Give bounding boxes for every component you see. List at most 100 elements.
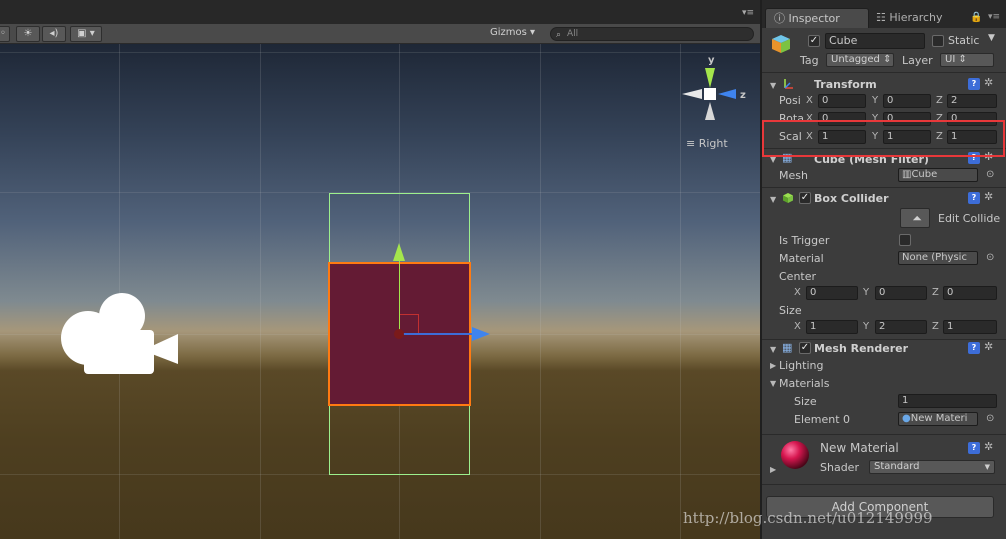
effects-dropdown[interactable]: ▣ ▾ <box>70 26 102 42</box>
axis-x-label: X <box>794 287 801 298</box>
help-icon[interactable]: ? <box>968 78 980 90</box>
move-y-axis[interactable] <box>399 256 400 334</box>
orient-x-cone[interactable] <box>682 89 702 99</box>
camera-gizmo-icon[interactable] <box>58 290 182 380</box>
toolbar-2d-toggle[interactable]: ◦ <box>0 26 10 42</box>
object-name-field[interactable]: Cube <box>825 33 925 49</box>
view-orientation-label[interactable]: ≡ Right <box>686 137 728 150</box>
materials-label[interactable]: Materials <box>779 377 829 390</box>
lighting-toggle[interactable]: ☀ <box>16 26 40 42</box>
info-icon: ⓘ <box>774 12 785 25</box>
tag-dropdown[interactable]: Untagged ⇕ <box>826 53 894 67</box>
layer-label: Layer <box>902 54 933 67</box>
pivot-dot <box>394 329 404 339</box>
panel-menu-icon[interactable]: ▾≡ <box>988 12 1000 22</box>
material-preview-icon <box>781 441 809 469</box>
inspector-panel: ⓘ Inspector ☷ Hierarchy 🔒 ▾≡ ✓ Cube Stat… <box>760 0 1006 539</box>
gizmos-dropdown[interactable]: Gizmos ▾ <box>490 27 535 38</box>
box-collider-foldout[interactable]: ▼ <box>770 195 776 204</box>
help-icon[interactable]: ? <box>968 192 980 204</box>
shader-label: Shader <box>820 461 859 474</box>
orient-z-cone[interactable] <box>718 89 736 99</box>
mesh-object-field[interactable]: ▥Cube <box>898 168 978 182</box>
audio-toggle[interactable]: ◂) <box>42 26 66 42</box>
is-trigger-checkbox[interactable] <box>899 234 911 246</box>
cube-object-icon <box>772 35 790 53</box>
mesh-renderer-enabled-checkbox[interactable]: ✓ <box>799 342 811 354</box>
separator <box>762 434 1006 435</box>
mesh-renderer-foldout[interactable]: ▼ <box>770 345 776 354</box>
static-checkbox[interactable] <box>932 35 944 47</box>
box-collider-enabled-checkbox[interactable]: ✓ <box>799 192 811 204</box>
shader-value: Standard <box>874 461 920 472</box>
scene-menu-icon[interactable]: ▾≡ <box>742 8 754 18</box>
axis-x-label: X <box>794 321 801 332</box>
gear-icon[interactable]: ✲ <box>984 190 993 203</box>
scene-search-input[interactable]: ⌕ All <box>550 27 754 41</box>
shader-dropdown[interactable]: Standard ▼ <box>869 460 995 474</box>
lock-icon[interactable]: 🔒 <box>970 12 982 23</box>
gear-icon[interactable]: ✲ <box>984 76 993 89</box>
tag-value: Untagged <box>831 54 880 65</box>
object-active-checkbox[interactable]: ✓ <box>808 35 820 47</box>
transform-title: Transform <box>814 78 877 91</box>
edit-collider-button[interactable]: ⏶ <box>900 208 930 228</box>
object-picker-icon[interactable]: ⊙ <box>986 252 994 263</box>
separator <box>762 187 1006 188</box>
center-x-field[interactable]: 0 <box>806 286 858 300</box>
hierarchy-icon: ☷ <box>876 11 886 24</box>
tag-label: Tag <box>800 54 819 67</box>
size-z-field[interactable]: 1 <box>943 320 997 334</box>
size-y-field[interactable]: 2 <box>875 320 927 334</box>
physic-material-field[interactable]: None (Physic <box>898 251 978 265</box>
object-picker-icon[interactable]: ⊙ <box>986 169 994 180</box>
object-picker-icon[interactable]: ⊙ <box>986 413 994 424</box>
element-0-value: New Materi <box>910 413 968 424</box>
materials-foldout[interactable]: ▼ <box>770 379 776 388</box>
position-y-field[interactable]: 0 <box>883 94 931 108</box>
scene-tab-bar: ▾≡ <box>0 0 760 24</box>
mesh-renderer-title: Mesh Renderer <box>814 342 909 355</box>
separator <box>762 72 1006 73</box>
move-z-axis[interactable] <box>399 333 475 335</box>
lighting-label[interactable]: Lighting <box>779 359 823 372</box>
move-y-arrow-icon[interactable] <box>393 243 405 261</box>
orient-y-cone[interactable] <box>705 68 715 88</box>
center-label: Center <box>779 270 817 283</box>
help-icon[interactable]: ? <box>968 442 980 454</box>
size-label: Size <box>779 304 802 317</box>
material-foldout[interactable]: ▶ <box>770 465 776 474</box>
position-z-field[interactable]: 2 <box>947 94 997 108</box>
static-dropdown-icon[interactable]: ▼ <box>988 33 995 43</box>
gear-icon[interactable]: ✲ <box>984 340 993 353</box>
center-y-field[interactable]: 0 <box>875 286 927 300</box>
tab-hierarchy[interactable]: ☷ Hierarchy <box>868 8 968 28</box>
chevron-down-icon: ▼ <box>984 463 990 471</box>
lighting-foldout[interactable]: ▶ <box>770 361 776 370</box>
transform-foldout[interactable]: ▼ <box>770 81 776 90</box>
position-x-field[interactable]: 0 <box>818 94 866 108</box>
box-collider-title: Box Collider <box>814 192 889 205</box>
axis-y-label: Y <box>863 321 870 332</box>
tab-hierarchy-label: Hierarchy <box>889 11 943 24</box>
materials-size-field[interactable]: 1 <box>898 394 997 408</box>
orient-neg-y-cone[interactable] <box>705 102 715 120</box>
layer-dropdown[interactable]: UI ⇕ <box>940 53 994 67</box>
size-x-field[interactable]: 1 <box>806 320 858 334</box>
layer-value: UI <box>945 54 956 65</box>
gear-icon[interactable]: ✲ <box>984 440 993 453</box>
image-icon: ▣ ▾ <box>77 28 95 39</box>
element-0-field[interactable]: ●New Materi <box>898 412 978 426</box>
scene-view[interactable]: ▾≡ ◦ ☀ ◂) ▣ ▾ Gizmos ▾ ⌕ All y z ≡ Right <box>0 0 760 539</box>
move-z-arrow-icon[interactable] <box>472 327 490 341</box>
orient-center-cube[interactable] <box>704 88 716 100</box>
scene-viewport[interactable] <box>0 44 760 539</box>
axis-y-label: Y <box>872 95 879 106</box>
axis-x-label: X <box>806 95 813 106</box>
axis-z-label: Z <box>932 321 939 332</box>
axis-z-label: Z <box>932 287 939 298</box>
scene-toolbar: ◦ ☀ ◂) ▣ ▾ Gizmos ▾ ⌕ All <box>0 24 760 44</box>
help-icon[interactable]: ? <box>968 342 980 354</box>
center-z-field[interactable]: 0 <box>943 286 997 300</box>
tab-inspector[interactable]: ⓘ Inspector <box>765 8 869 28</box>
